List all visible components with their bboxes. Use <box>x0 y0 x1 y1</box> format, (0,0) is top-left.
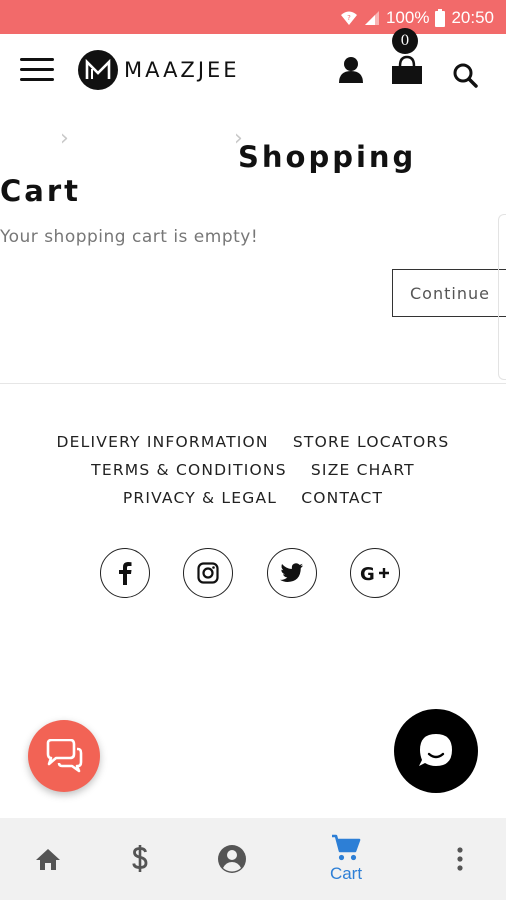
svg-text:G: G <box>360 564 375 583</box>
page-title-continued: Cart <box>0 174 82 208</box>
instagram-icon[interactable] <box>183 548 233 598</box>
wifi-icon: ? <box>340 11 357 25</box>
dollar-icon <box>132 845 148 872</box>
link-delivery-information[interactable]: DELIVERY INFORMATION <box>57 433 269 451</box>
link-terms-conditions[interactable]: TERMS & CONDITIONS <box>91 461 287 479</box>
home-icon <box>36 849 60 870</box>
cart-icon <box>332 834 361 861</box>
divider <box>0 383 506 384</box>
signal-icon <box>364 11 379 25</box>
link-store-locators[interactable]: STORE LOCATORS <box>293 433 450 451</box>
continue-button[interactable]: Continue <box>392 269 506 317</box>
brand-name: MAAZJEE <box>124 58 240 82</box>
twitter-icon[interactable] <box>267 548 317 598</box>
nav-cart[interactable]: Cart <box>316 818 376 900</box>
nav-more[interactable] <box>448 818 472 900</box>
footer-links: DELIVERY INFORMATION STORE LOCATORS TERM… <box>0 430 506 514</box>
account-icon <box>218 845 246 873</box>
nav-pricing[interactable] <box>118 818 162 900</box>
logo-mark-icon <box>78 50 118 90</box>
message-bubble-icon <box>419 734 452 766</box>
breadcrumb-chevron-icon: › <box>60 126 69 151</box>
status-bar: ? 100% 20:50 <box>0 0 506 34</box>
search-icon[interactable] <box>452 62 478 88</box>
chat-bubbles-icon <box>46 739 83 773</box>
help-chat-button[interactable] <box>394 709 478 793</box>
battery-icon <box>435 9 446 27</box>
nav-account[interactable] <box>210 818 254 900</box>
page-title: Shopping <box>238 140 417 174</box>
link-contact[interactable]: CONTACT <box>301 489 383 507</box>
nav-cart-label: Cart <box>329 864 363 883</box>
svg-text:?: ? <box>347 14 351 22</box>
chat-button[interactable] <box>28 720 100 792</box>
clock: 20:50 <box>451 8 494 27</box>
bottom-navigation: Cart <box>0 818 506 900</box>
link-size-chart[interactable]: SIZE CHART <box>311 461 415 479</box>
menu-icon[interactable] <box>20 58 54 82</box>
google-plus-icon[interactable]: G <box>350 548 400 598</box>
battery-percent: 100% <box>385 8 430 27</box>
side-panel-edge <box>498 214 506 380</box>
nav-home[interactable] <box>26 818 70 900</box>
shopping-bag-icon[interactable] <box>390 54 424 86</box>
user-icon[interactable] <box>339 56 363 84</box>
facebook-icon[interactable] <box>100 548 150 598</box>
brand-logo[interactable]: MAAZJEE <box>78 50 240 90</box>
app-header: MAAZJEE 0 <box>0 28 506 106</box>
link-privacy-legal[interactable]: PRIVACY & LEGAL <box>123 489 277 507</box>
cart-count-badge: 0 <box>392 28 418 54</box>
empty-cart-message: Your shopping cart is empty! <box>0 227 259 247</box>
more-icon <box>457 847 463 871</box>
